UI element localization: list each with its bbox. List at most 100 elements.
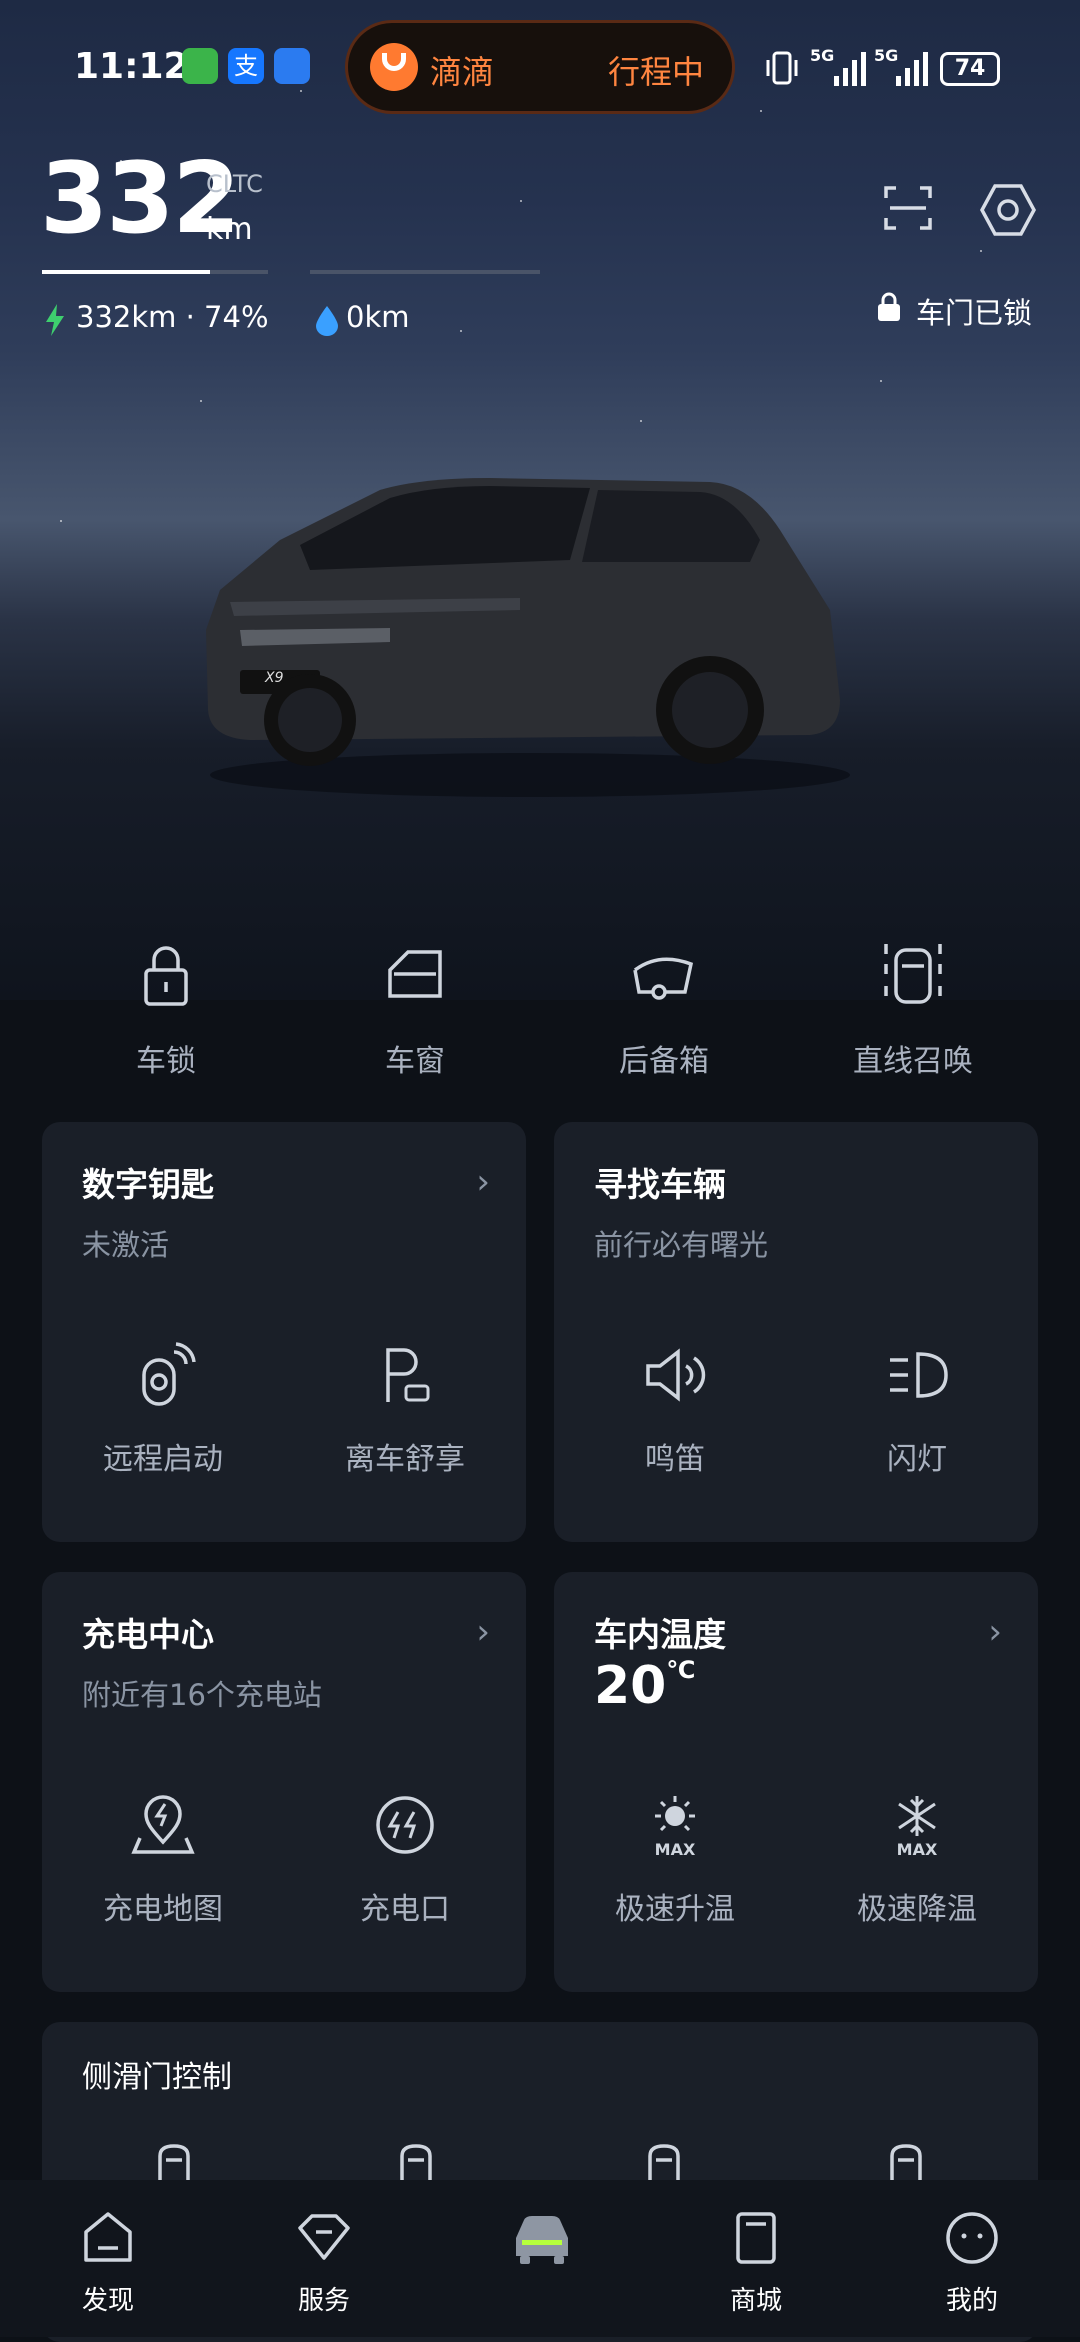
charging-map-icon <box>130 1792 196 1858</box>
button-label: 极速降温 <box>857 1892 977 1927</box>
service-icon <box>294 2208 354 2268</box>
card-title: 侧滑门控制 <box>82 2060 232 2095</box>
discover-icon <box>78 2208 138 2268</box>
nav-label: 发现 <box>81 2286 134 2316</box>
car-icon <box>510 2208 570 2268</box>
button-label: 远程启动 <box>103 1442 223 1477</box>
charging-port-button[interactable]: 充电口 <box>284 1792 526 1928</box>
signal-icon-1 <box>834 52 866 86</box>
fuel-range-bar <box>310 270 540 274</box>
max-label: MAX <box>896 1840 938 1859</box>
nav-label: 服务 <box>297 2286 350 2316</box>
button-label: 鸣笛 <box>645 1442 705 1477</box>
cabin-temperature-card[interactable]: 车内温度 20℃ › MAX 极速升温 MAX 极速降温 <box>554 1572 1038 1992</box>
ev-range-bar <box>42 270 210 274</box>
fuel-range-text: 0km <box>346 300 410 334</box>
status-time: 11:12 <box>74 46 189 87</box>
digital-key-card[interactable]: 数字钥匙 未激活 › 远程启动 离车舒享 <box>42 1122 526 1542</box>
charging-port-icon <box>372 1792 438 1858</box>
scan-icon[interactable] <box>884 184 932 232</box>
nav-label: 商城 <box>729 2286 782 2316</box>
card-title: 寻找车辆 <box>594 1165 726 1204</box>
nav-profile[interactable]: 我的 <box>864 2208 1080 2317</box>
message-icon <box>274 48 310 84</box>
nav-label: 我的 <box>945 2286 998 2316</box>
chevron-right-icon[interactable]: › <box>476 1162 490 1202</box>
headlight-icon <box>884 1342 950 1408</box>
button-label: 离车舒享 <box>345 1442 465 1477</box>
trunk-icon <box>629 940 699 1010</box>
charging-map-button[interactable]: 充电地图 <box>42 1792 284 1928</box>
leave-comfort-button[interactable]: 离车舒享 <box>284 1342 526 1478</box>
didi-live-activity[interactable]: 滴滴 行程中 <box>345 20 735 114</box>
button-label: 充电地图 <box>103 1892 223 1927</box>
horn-icon <box>642 1342 708 1408</box>
padlock-icon <box>876 292 902 322</box>
nav-service[interactable]: 服务 <box>216 2208 432 2317</box>
door-icon[interactable] <box>642 2142 686 2182</box>
max-label: MAX <box>654 1840 696 1859</box>
card-subtitle: 附近有16个充电站 <box>82 1678 322 1712</box>
alipay-icon: 支 <box>228 48 264 84</box>
lightning-icon <box>44 304 66 336</box>
didi-logo-icon <box>370 43 418 91</box>
door-icon[interactable] <box>884 2142 928 2182</box>
rapid-heat-button[interactable]: MAX 极速升温 <box>554 1792 796 1928</box>
charging-center-card[interactable]: 充电中心 附近有16个充电站 › 充电地图 充电口 <box>42 1572 526 1992</box>
door-icon[interactable] <box>394 2142 438 2182</box>
temperature-unit: ℃ <box>666 1656 696 1684</box>
quick-action-label: 车锁 <box>136 1044 196 1079</box>
range-standard: CLTC <box>206 170 263 198</box>
nav-car[interactable] <box>432 2208 648 2280</box>
card-subtitle: 未激活 <box>82 1228 170 1262</box>
door-icon[interactable] <box>152 2142 196 2182</box>
chevron-right-icon[interactable]: › <box>988 1612 1002 1652</box>
card-title: 车内温度 <box>594 1615 726 1654</box>
range-unit: km <box>206 212 253 247</box>
model-badge: X9 <box>265 670 284 686</box>
bottom-navigation: 发现 服务 商城 我的 <box>0 2180 1080 2337</box>
button-label: 闪灯 <box>887 1442 947 1477</box>
window-icon <box>380 940 450 1010</box>
ev-range-text: 332km · 74% <box>76 300 269 334</box>
temperature-value: 20℃ <box>594 1656 696 1716</box>
quick-action-label: 直线召唤 <box>853 1044 973 1079</box>
button-label: 充电口 <box>360 1892 450 1927</box>
lock-icon <box>131 940 201 1010</box>
didi-app-name: 滴滴 <box>430 53 495 91</box>
card-title: 充电中心 <box>82 1615 214 1654</box>
quick-action-lock[interactable]: 车锁 <box>41 940 291 1080</box>
fuel-drop-icon <box>316 306 338 336</box>
parking-icon <box>372 1342 438 1408</box>
quick-action-window[interactable]: 车窗 <box>290 940 540 1080</box>
chevron-right-icon[interactable]: › <box>476 1612 490 1652</box>
flash-lights-button[interactable]: 闪灯 <box>796 1342 1038 1478</box>
settings-icon[interactable] <box>980 184 1036 236</box>
remote-start-icon <box>130 1342 196 1408</box>
didi-trip-status: 行程中 <box>607 53 704 91</box>
quick-action-trunk[interactable]: 后备箱 <box>539 940 789 1080</box>
quick-action-label: 车窗 <box>385 1044 445 1079</box>
app-notification-icon <box>182 48 218 84</box>
card-title: 数字钥匙 <box>82 1165 214 1204</box>
rapid-cool-button[interactable]: MAX 极速降温 <box>796 1792 1038 1928</box>
signal-label-2: 5G <box>874 46 899 65</box>
button-label: 极速升温 <box>615 1892 735 1927</box>
nav-mall[interactable]: 商城 <box>648 2208 864 2317</box>
remote-start-button[interactable]: 远程启动 <box>42 1342 284 1478</box>
door-lock-status: 车门已锁 <box>916 296 1033 330</box>
nav-discover[interactable]: 发现 <box>0 2208 216 2317</box>
battery-indicator: 74 <box>940 52 1000 86</box>
quick-action-summon[interactable]: 直线召唤 <box>788 940 1038 1080</box>
signal-icon-2 <box>896 52 928 86</box>
summon-icon <box>878 940 948 1010</box>
find-car-card[interactable]: 寻找车辆 前行必有曙光 鸣笛 闪灯 <box>554 1122 1038 1542</box>
quick-action-label: 后备箱 <box>619 1044 709 1079</box>
mall-icon <box>726 2208 786 2268</box>
profile-icon <box>942 2208 1002 2268</box>
vibrate-icon <box>765 50 799 86</box>
vehicle-image: X9 <box>190 470 870 800</box>
horn-button[interactable]: 鸣笛 <box>554 1342 796 1478</box>
card-subtitle: 前行必有曙光 <box>594 1228 769 1262</box>
signal-label-1: 5G <box>810 46 835 65</box>
